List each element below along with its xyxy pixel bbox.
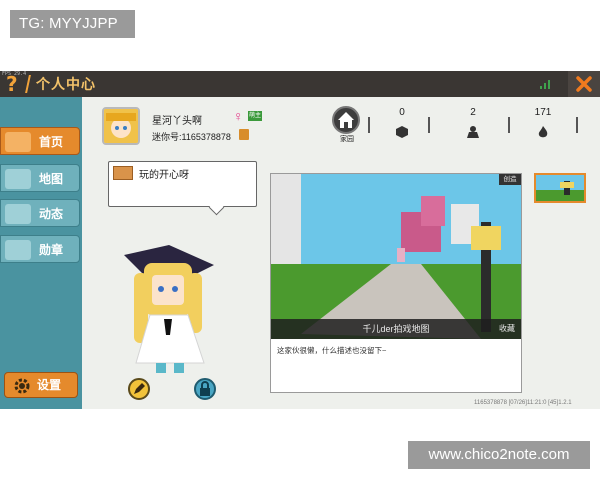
flame-icon bbox=[538, 126, 548, 138]
stat-divider bbox=[428, 117, 430, 133]
stat-value: 2 bbox=[470, 107, 476, 118]
category-tag: 创造 bbox=[499, 174, 521, 185]
footer-info: 1165378878 [07/26]11:21:0 [45]1.2.1 bbox=[474, 400, 572, 406]
pencil-icon bbox=[134, 383, 145, 394]
edit-note-icon[interactable] bbox=[239, 129, 249, 140]
title-divider bbox=[25, 75, 31, 93]
close-icon bbox=[576, 76, 592, 92]
sidebar-item-label: 首页 bbox=[39, 135, 64, 149]
close-button[interactable] bbox=[568, 71, 600, 97]
fans-icon bbox=[467, 126, 479, 138]
stat-divider bbox=[576, 117, 578, 133]
map-caption-bar: 千儿der拍戏地图 收藏 bbox=[271, 319, 521, 339]
settings-button[interactable]: 设置 bbox=[4, 372, 78, 398]
feed-icon bbox=[5, 204, 31, 224]
map-description: 这家伙很懒，什么描述也没留下~ bbox=[277, 346, 387, 355]
stat-divider bbox=[368, 117, 370, 133]
sidebar-item-feed[interactable]: 动态 bbox=[0, 199, 80, 227]
map-screenshot[interactable]: 创造 千儿der拍戏地图 收藏 bbox=[271, 174, 521, 339]
badge-icon bbox=[5, 240, 31, 260]
sidebar-item-label: 动态 bbox=[39, 207, 64, 221]
map-thumbnail[interactable] bbox=[534, 173, 586, 203]
main-content: 星河丫头啊 ♀ 萌主 迷你号:1165378878 家园 0 2 171 玩的开… bbox=[82, 97, 600, 409]
sidebar-item-home[interactable]: 首页 bbox=[0, 127, 80, 155]
edit-avatar-button[interactable] bbox=[128, 378, 150, 400]
title-bar: FPS 29.4 ? 个人中心 bbox=[0, 71, 600, 97]
map-scene bbox=[271, 174, 521, 339]
username: 星河丫头啊 bbox=[152, 116, 202, 127]
signal-icon bbox=[540, 80, 550, 89]
stat-divider bbox=[508, 117, 510, 133]
mail-icon bbox=[113, 166, 133, 180]
sidebar-item-badges[interactable]: 勋章 bbox=[0, 235, 80, 263]
stat-value: 171 bbox=[534, 107, 552, 118]
sidebar: 首页 地图 动态 勋章 设置 bbox=[0, 97, 82, 409]
map-icon bbox=[5, 169, 31, 189]
favorite-button[interactable]: 收藏 bbox=[499, 319, 515, 339]
status-bubble[interactable]: 玩的开心呀 bbox=[108, 161, 257, 207]
avatar-face-icon bbox=[104, 109, 138, 143]
thumbnail-scene bbox=[536, 175, 584, 201]
blocks-icon bbox=[396, 126, 408, 138]
watermark-top: TG: MYYJJPP bbox=[10, 10, 135, 38]
map-showcase: 创造 千儿der拍戏地图 收藏 这家伙很懒，什么描述也没留下~ bbox=[270, 173, 522, 393]
level-badge: 萌主 bbox=[248, 111, 262, 121]
avatar[interactable] bbox=[102, 107, 140, 145]
watermark-bottom: www.chico2note.com bbox=[408, 441, 590, 469]
page: TG: MYYJJPP FPS 29.4 ? 个人中心 首页 地图 动态 勋章 … bbox=[0, 0, 600, 480]
status-text: 玩的开心呀 bbox=[139, 170, 189, 181]
game-window: FPS 29.4 ? 个人中心 首页 地图 动态 勋章 设置 星河丫头啊 ♀ 萌… bbox=[0, 71, 600, 409]
house-icon bbox=[338, 112, 354, 128]
map-title: 千儿der拍戏地图 bbox=[362, 324, 430, 334]
mini-id: 迷你号:1165378878 bbox=[152, 132, 231, 142]
character-figure bbox=[124, 245, 214, 373]
sidebar-item-label: 地图 bbox=[39, 172, 64, 186]
stat-value: 0 bbox=[399, 107, 405, 118]
help-icon[interactable]: ? bbox=[6, 73, 24, 95]
home-label: 家园 bbox=[340, 136, 354, 143]
page-title: 个人中心 bbox=[36, 76, 96, 92]
lock-icon bbox=[200, 381, 210, 396]
sidebar-item-map[interactable]: 地图 bbox=[0, 164, 80, 192]
gear-icon bbox=[14, 378, 30, 394]
pig-icon bbox=[5, 132, 31, 152]
lock-button[interactable] bbox=[194, 378, 216, 400]
settings-label: 设置 bbox=[37, 378, 62, 392]
home-icon[interactable] bbox=[332, 106, 360, 134]
female-icon: ♀ bbox=[233, 108, 244, 124]
sidebar-item-label: 勋章 bbox=[39, 243, 64, 257]
